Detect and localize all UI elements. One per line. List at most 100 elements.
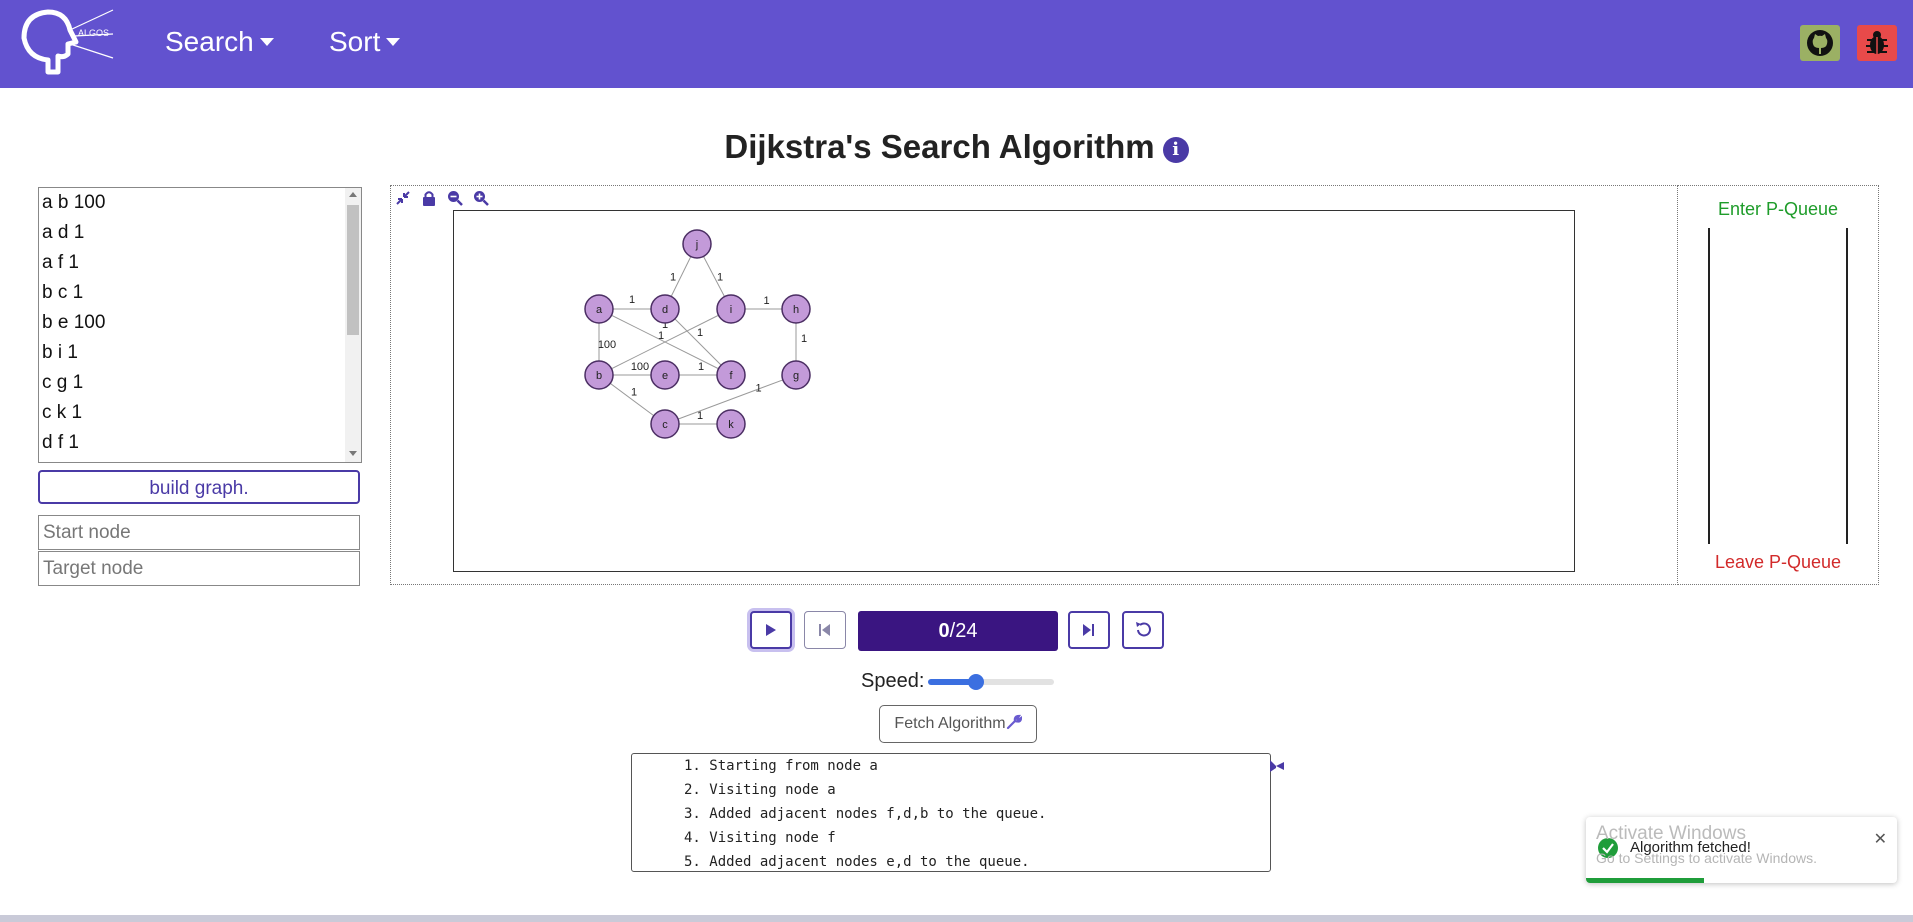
graph-node-label: c xyxy=(662,419,668,431)
fetch-algorithm-button[interactable]: Fetch Algorithm xyxy=(879,705,1037,743)
navbar: ALGOS Search Sort xyxy=(0,0,1913,88)
log-line: 3. Added adjacent nodes f,d,b to the que… xyxy=(684,806,1047,822)
report-bug-button[interactable] xyxy=(1857,25,1897,61)
queue-left-wall xyxy=(1708,228,1710,544)
edge-list-textarea[interactable]: a b 100 a d 1 a f 1 b c 1 b e 100 b i 1 c g 1 c… xyxy=(38,187,362,463)
edge-weight-label: 1 xyxy=(763,295,769,307)
edge-list-line: b i 1 xyxy=(42,342,78,363)
edge-weight-label: 1 xyxy=(801,333,807,345)
info-icon[interactable]: i xyxy=(1162,137,1189,163)
graph-node-label: e xyxy=(662,370,668,382)
graph-node-i[interactable]: i xyxy=(716,294,746,324)
log-line: 5. Added adjacent nodes e,d to the queue… xyxy=(684,854,1030,870)
reset-icon xyxy=(1136,622,1151,637)
step-current: 0 xyxy=(938,620,950,642)
graph-node-label: j xyxy=(695,239,698,251)
logo-icon[interactable]: ALGOS xyxy=(18,8,118,78)
build-graph-button[interactable]: build graph. xyxy=(38,470,360,504)
step-forward-icon xyxy=(1083,624,1094,636)
leave-queue-label: Leave P-Queue xyxy=(1714,552,1842,572)
algorithm-log[interactable]: 1. Starting from node a 2. Visiting node … xyxy=(631,753,1271,872)
edge-list-line: b e 100 xyxy=(42,312,106,333)
speed-slider[interactable] xyxy=(928,674,1054,690)
graph-node-label: a xyxy=(596,304,603,316)
edge-list-line: d f 1 xyxy=(42,432,79,453)
edge-weight-label: 1 xyxy=(658,330,664,342)
target-node-input[interactable] xyxy=(38,551,360,586)
graph-node-k[interactable]: k xyxy=(716,409,746,439)
graph-svg: 11 111100100 111 1111ja d i hb e f gc k xyxy=(584,229,811,439)
edge-list-line: c g 1 xyxy=(42,372,84,393)
edge-weight-label: 1 xyxy=(670,272,676,284)
nav-sort-dropdown[interactable]: Sort xyxy=(329,26,401,58)
graph-node-label: g xyxy=(793,370,799,382)
log-line: 2. Visiting node a xyxy=(684,782,836,798)
logo-text: ALGOS xyxy=(78,28,109,38)
edge-weight-label: 1 xyxy=(717,272,723,284)
graph-node-c[interactable]: c xyxy=(650,409,680,439)
nav-search-dropdown[interactable]: Search xyxy=(165,26,274,58)
page-title: Dijkstra's Search Algorithm i xyxy=(0,128,1913,166)
graph-node-a[interactable]: a xyxy=(584,294,614,324)
wrench-icon xyxy=(1006,714,1022,730)
speed-label: Speed: xyxy=(861,670,925,692)
watermark-title: Activate Windows xyxy=(1596,823,1746,844)
github-button[interactable] xyxy=(1800,25,1840,61)
chevron-down-icon xyxy=(386,38,401,46)
graph-node-h[interactable]: h xyxy=(781,294,811,324)
edge-list-line: c k 1 xyxy=(42,402,83,423)
zoom-in-icon[interactable] xyxy=(473,190,489,206)
edge-weight-label: 1 xyxy=(697,410,703,422)
lock-icon[interactable] xyxy=(421,190,437,206)
taskbar xyxy=(0,915,1913,922)
edge-list-line: a f 1 xyxy=(42,252,79,273)
edge-weight-label: 1 xyxy=(697,327,703,339)
start-node-input[interactable] xyxy=(38,515,360,550)
zoom-out-icon[interactable] xyxy=(447,190,463,206)
graph-node-label: i xyxy=(730,304,732,316)
edge-weight-label: 100 xyxy=(598,339,616,351)
log-line: 1. Starting from node a xyxy=(684,758,878,774)
github-icon xyxy=(1807,30,1833,56)
step-total: /24 xyxy=(949,620,978,642)
graph-node-g[interactable]: g xyxy=(781,360,811,390)
log-line: 4. Visiting node f xyxy=(684,830,836,846)
bug-icon xyxy=(1866,31,1888,54)
graph-node-f[interactable]: f xyxy=(716,360,746,390)
play-icon xyxy=(766,624,776,636)
graph-node-e[interactable]: e xyxy=(650,360,680,390)
enter-queue-label: Enter P-Queue xyxy=(1717,199,1839,219)
play-button[interactable] xyxy=(750,611,792,649)
step-forward-button[interactable] xyxy=(1068,611,1110,649)
nav-search-label: Search xyxy=(165,26,254,57)
speed-slider-thumb[interactable] xyxy=(967,674,984,690)
queue-right-wall xyxy=(1846,228,1848,544)
graph-node-b[interactable]: b xyxy=(584,360,614,390)
step-back-icon xyxy=(819,624,830,636)
scroll-up-icon[interactable] xyxy=(349,192,357,197)
graph-node-j[interactable]: j xyxy=(682,229,712,259)
pin-icon[interactable] xyxy=(1268,758,1286,774)
watermark-subtitle: Go to Settings to activate Windows. xyxy=(1596,850,1817,866)
fit-icon[interactable] xyxy=(395,190,411,206)
edge-weight-label: 1 xyxy=(755,383,761,395)
graph-node-d[interactable]: d xyxy=(650,294,680,324)
page-title-text: Dijkstra's Search Algorithm xyxy=(724,128,1155,165)
edge-list-line: a b 100 xyxy=(42,192,106,213)
graph-node-label: h xyxy=(793,304,799,316)
reset-button[interactable] xyxy=(1122,611,1164,649)
graph-node-label: k xyxy=(728,419,734,431)
fetch-algorithm-label: Fetch Algorithm xyxy=(894,715,1006,732)
edge-weight-label: 1 xyxy=(698,361,704,373)
scrollbar-thumb[interactable] xyxy=(347,205,359,335)
edge-list-scrollbar[interactable] xyxy=(345,188,361,462)
edge-list-line: b c 1 xyxy=(42,282,84,303)
graph-canvas[interactable]: 1 1 1 1 1 100 100 1 1 1 1 1 1 1 j a d i h b e f g c k xyxy=(453,210,1575,572)
close-icon[interactable]: ✕ xyxy=(1874,829,1887,849)
step-counter: 0/24 xyxy=(858,611,1058,651)
step-back-button[interactable] xyxy=(804,611,846,649)
edge-weight-label: 1 xyxy=(631,387,637,399)
scroll-down-icon[interactable] xyxy=(349,451,357,456)
edge-lines: a b 100 a d 1 a f 1 b c 1 b e 100 b i 1 c g 1 c… xyxy=(39,188,361,458)
nav-sort-label: Sort xyxy=(329,26,381,57)
